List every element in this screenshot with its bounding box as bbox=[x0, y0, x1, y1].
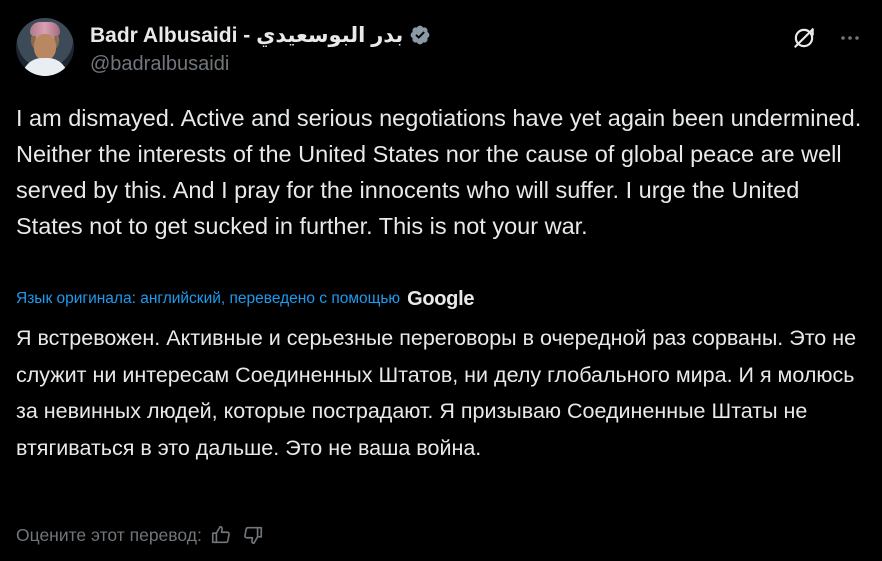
rate-translation-label: Оцените этот перевод: bbox=[16, 524, 202, 545]
thumbs-down-icon[interactable] bbox=[240, 522, 266, 548]
author-name-row: Badr Albusaidi - بدر البوسعيدي bbox=[90, 21, 431, 49]
google-logo: Google bbox=[407, 287, 475, 310]
avatar-robe bbox=[22, 58, 68, 76]
translation-source-note: Язык оригинала: английский, переведено с… bbox=[16, 286, 474, 312]
tweet-header: Badr Albusaidi - بدر البوسعيدي @badralbu… bbox=[16, 18, 866, 82]
thumbs-up-icon[interactable] bbox=[208, 522, 234, 548]
avatar-face bbox=[34, 34, 56, 60]
avatar[interactable] bbox=[16, 18, 74, 76]
verified-badge-icon[interactable] bbox=[409, 24, 431, 46]
grok-icon[interactable] bbox=[788, 22, 820, 54]
translated-text: Я встревожен. Активные и серьезные перег… bbox=[16, 326, 857, 460]
translation-source-link[interactable]: Язык оригинала: английский, переведено с… bbox=[16, 290, 400, 308]
header-actions bbox=[774, 22, 866, 54]
tweet-text: I am dismayed. Active and serious negoti… bbox=[16, 105, 862, 239]
more-icon[interactable] bbox=[834, 22, 866, 54]
rate-translation-row: Оцените этот перевод: bbox=[16, 520, 266, 550]
author-handle[interactable]: @badralbusaidi bbox=[90, 53, 229, 76]
author-display-name[interactable]: Badr Albusaidi - بدر البوسعيدي bbox=[90, 23, 403, 48]
